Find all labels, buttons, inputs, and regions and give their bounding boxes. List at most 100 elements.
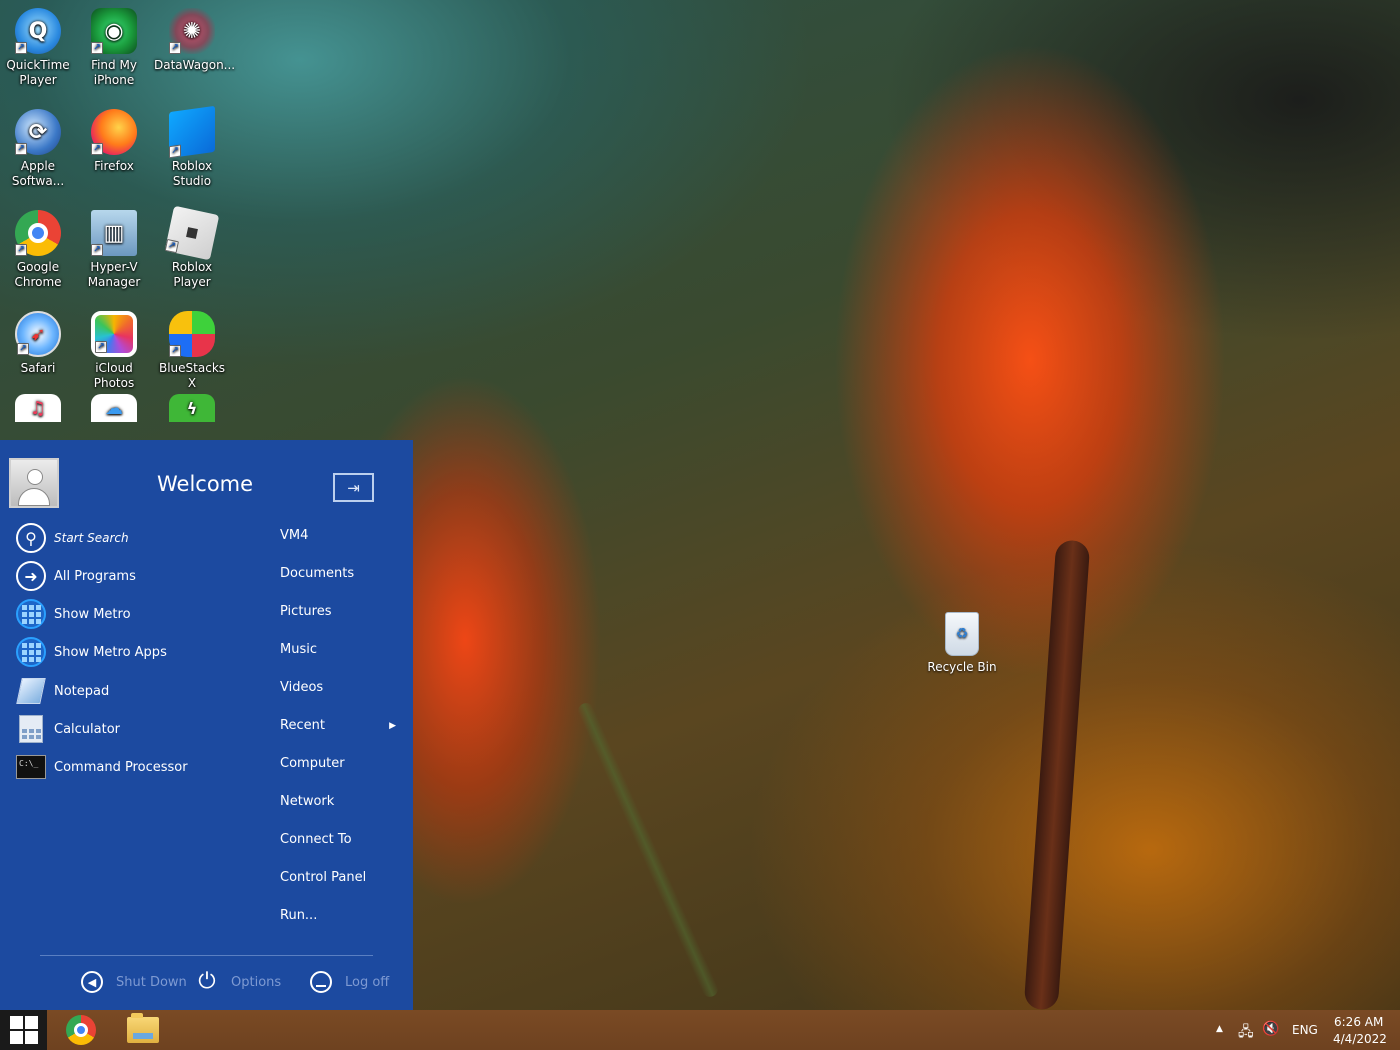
roblox-player-icon: ↗ [164,205,220,261]
network-icon: 🖧 [1238,1024,1254,1040]
desktop-icon-icloud-photos[interactable]: ↗ iCloud Photos [76,311,152,391]
language-indicator[interactable]: ENG [1292,1023,1318,1037]
desktop-icon-label: QuickTime Player [6,58,70,87]
calculator-icon [19,715,43,743]
metro-icon [16,599,46,629]
clock-date[interactable]: 4/4/2022 [1333,1032,1387,1046]
start-item-notepad[interactable]: Notepad [14,674,109,708]
shutdown-label: Shut Down [116,974,187,990]
taskbar: ▲ 🖧 🔇 ENG 6:26 AM 4/4/2022 [0,1010,1400,1050]
options-label: Options [231,974,282,990]
wallpaper-tulip-stem [1023,539,1091,1011]
desktop-icon-firefox[interactable]: ↗ Firefox [76,109,152,174]
start-item-show-metro[interactable]: Show Metro [14,597,131,631]
chrome-icon: ↗ [15,210,61,256]
volume-muted-icon: 🔇 [1262,1021,1280,1037]
desktop-icon-label: Apple Softwa... [11,159,65,188]
desktop-icon-label: DataWagon... [154,58,236,72]
start-item-label: Notepad [54,683,110,699]
start-link-connect-to[interactable]: Connect To [280,830,400,850]
volume-button[interactable]: 🔇 [1262,1021,1279,1037]
logoff-label: Log off [345,974,390,990]
start-menu-divider [40,955,373,956]
search-icon: ⚲ [16,523,46,553]
chrome-icon [66,1015,96,1045]
taskbar-chrome[interactable] [55,1014,107,1046]
start-item-label: Show Metro Apps [54,644,167,660]
power-icon: ⏻ [198,969,216,994]
start-link-run[interactable]: Run... [280,906,400,926]
start-item-label: Command Processor [54,759,188,775]
desktop-icon-label: BlueStacks X [158,361,226,390]
desktop-icon-label: Firefox [94,159,134,173]
icloud-photos-icon: ↗ [91,311,137,357]
lightning-app-icon: ϟ [169,394,215,422]
start-item-show-metro-apps[interactable]: Show Metro Apps [14,635,167,669]
desktop-icon-label: Google Chrome [14,260,62,289]
start-link-computer[interactable]: Computer [280,754,400,774]
taskbar-file-explorer[interactable] [117,1013,169,1046]
start-link-recent[interactable]: Recent ▶ [280,716,400,736]
avatar-body [18,488,50,506]
network-status-button[interactable]: 🖧 [1238,1021,1254,1045]
desktop-icon-icloud-partial[interactable]: ☁ [76,394,152,426]
start-item-command-processor[interactable]: C:\_ Command Processor [14,750,188,784]
chevron-up-icon: ▲ [1216,1024,1223,1034]
quicktime-icon: Q ↗ [15,8,61,54]
music-icon: ♫ [15,394,61,422]
desktop-icon-hyperv-manager[interactable]: ▥ ↗ Hyper-V Manager [76,210,152,290]
start-item-label: Start Search [54,531,129,545]
desktop-icon-label: Roblox Studio [171,159,213,188]
desktop-icon-google-chrome[interactable]: ↗ Google Chrome [0,210,76,290]
metro-apps-icon [16,637,46,667]
start-item-label: Calculator [54,721,121,737]
user-avatar[interactable] [9,458,59,508]
pin-button[interactable]: ⇥ [333,473,374,502]
notepad-icon [16,678,46,704]
desktop-icon-find-my-iphone[interactable]: ◉ ↗ Find My iPhone [76,8,152,88]
start-link-pictures[interactable]: Pictures [280,602,400,622]
desktop-icon-roblox-player[interactable]: ↗ Roblox Player [154,205,230,290]
logoff-icon [310,971,332,993]
start-link-control-panel[interactable]: Control Panel [280,868,400,888]
start-link-vm4[interactable]: VM4 [280,526,400,546]
safari-icon: ➹ ↗ [15,311,61,357]
desktop-icon-roblox-studio[interactable]: ↗ Roblox Studio [154,105,230,189]
start-item-all-programs[interactable]: ➜ All Programs [14,559,136,593]
desktop-icon-green-app-partial[interactable]: ϟ [154,394,230,426]
start-link-music[interactable]: Music [280,640,400,660]
desktop-icon-apple-software-update[interactable]: ⟳ ↗ Apple Softwa... [0,109,76,189]
desktop-icon-music-partial[interactable]: ♫ [0,394,76,426]
icloud-icon: ☁ [91,394,137,422]
hyperv-manager-icon: ▥ ↗ [91,210,137,256]
start-link-videos[interactable]: Videos [280,678,400,698]
start-menu: Welcome ⇥ ⚲ Start Search ➜ All Programs … [0,440,413,1010]
arrow-right-icon: ➜ [16,561,46,591]
desktop-icon-label: Safari [20,361,56,375]
start-item-start-search[interactable]: ⚲ Start Search [14,521,129,555]
desktop-icon-label: iCloud Photos [93,361,135,390]
desktop-icon-safari[interactable]: ➹ ↗ Safari [0,311,76,376]
recycle-bin-icon: ♻ [945,612,979,656]
start-link-label: Recent [280,718,325,733]
start-item-calculator[interactable]: Calculator [14,712,120,746]
clock-time[interactable]: 6:26 AM [1334,1015,1383,1029]
options-button[interactable]: ⏻ Options [195,968,281,996]
file-explorer-icon [127,1013,159,1043]
datawagon-icon: ✺ ↗ [169,8,215,54]
logoff-button[interactable]: Log off [309,968,389,996]
find-my-iphone-icon: ◉ ↗ [91,8,137,54]
desktop-icon-label: Roblox Player [171,260,213,289]
desktop-icon-bluestacks[interactable]: ↗ BlueStacks X [154,311,230,391]
show-hidden-icons-button[interactable]: ▲ [1216,1024,1223,1034]
start-link-network[interactable]: Network [280,792,400,812]
shutdown-button[interactable]: ◀ Shut Down [80,968,187,996]
desktop-icon-label: Recycle Bin [927,660,997,674]
roblox-studio-icon: ↗ [169,105,215,159]
desktop-icon-quicktime[interactable]: Q ↗ QuickTime Player [0,8,76,88]
start-button[interactable] [0,1010,47,1050]
desktop-icon-recycle-bin[interactable]: ♻ Recycle Bin [926,612,998,674]
start-link-documents[interactable]: Documents [280,564,400,584]
desktop-icon-datawagon[interactable]: ✺ ↗ DataWagon... [154,8,236,73]
wallpaper-leaf [575,700,721,1000]
